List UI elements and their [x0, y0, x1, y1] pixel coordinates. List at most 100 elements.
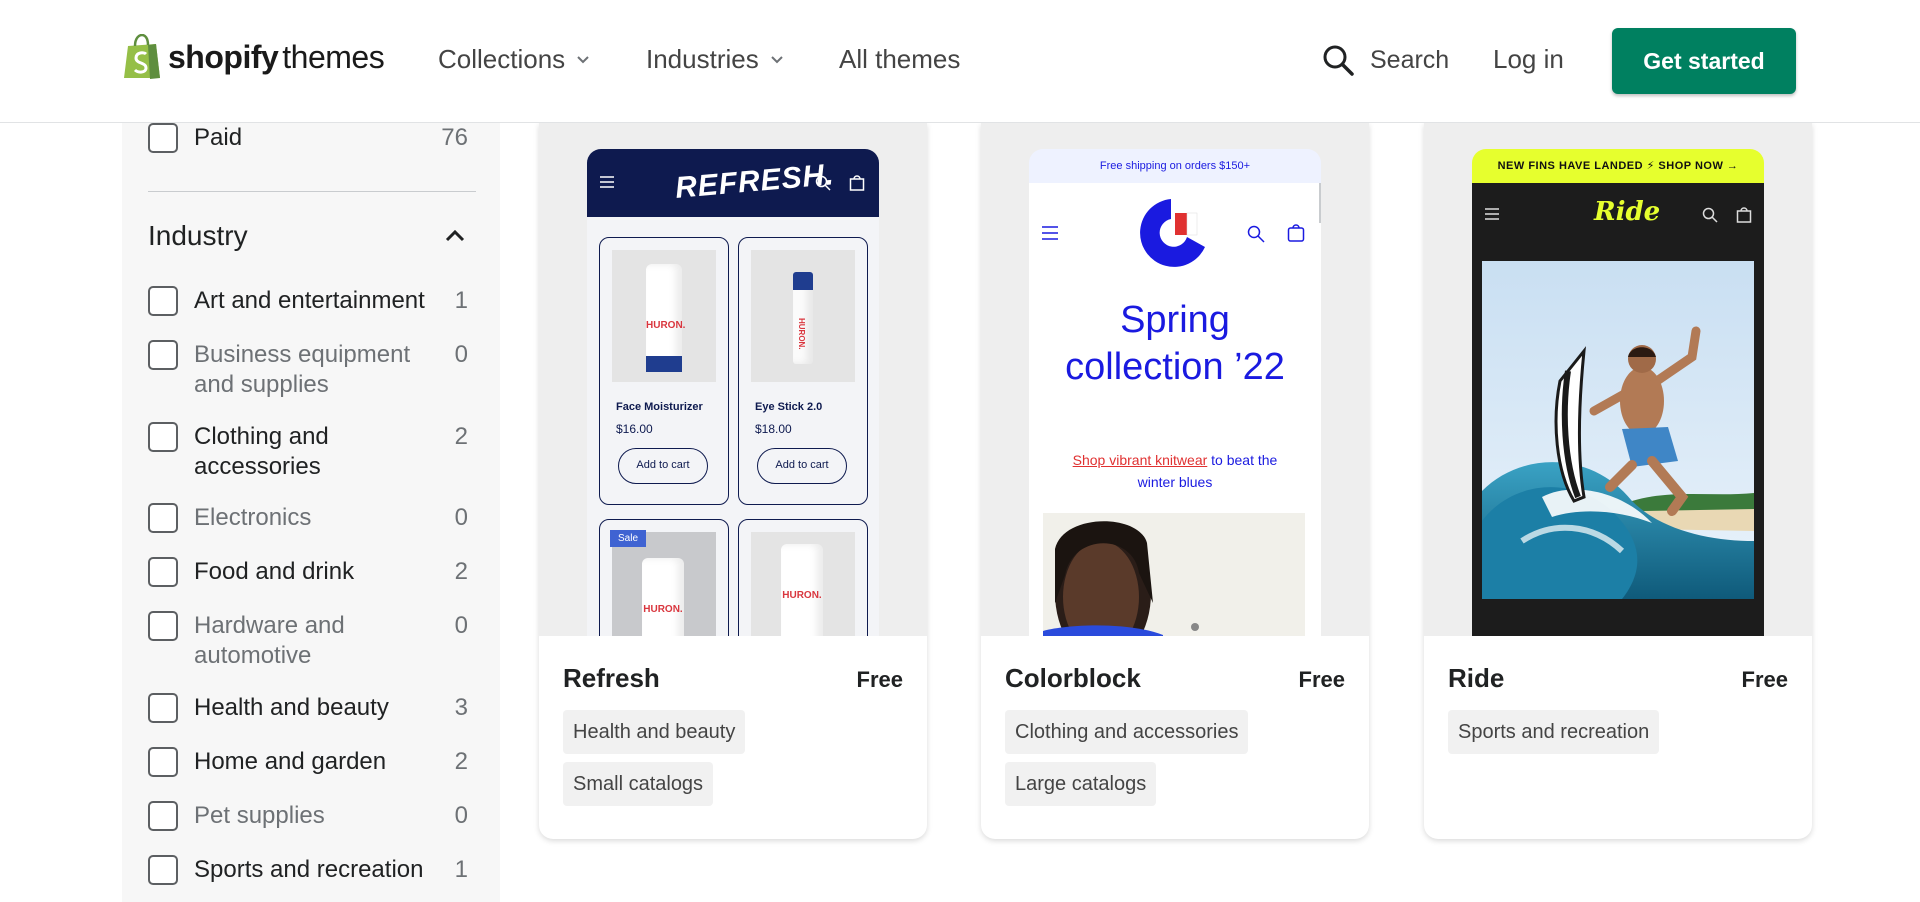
divider — [148, 191, 476, 192]
filter-count: 2 — [454, 748, 468, 775]
checkbox[interactable] — [148, 422, 178, 452]
filter-industry-business[interactable]: Business equipment and supplies 0 — [148, 340, 468, 400]
checkbox[interactable] — [148, 747, 178, 777]
announcement-bar: Free shipping on orders $150+ — [1029, 149, 1321, 183]
filter-industry-electronics[interactable]: Electronics 0 — [148, 503, 468, 533]
refresh-logo: REFRESH. — [673, 158, 836, 205]
checkbox[interactable] — [148, 503, 178, 533]
phone-mockup: REFRESH. HURON. Face Moisturizer $16.00 … — [587, 149, 879, 636]
theme-tag[interactable]: Small catalogs — [563, 762, 714, 806]
industry-heading[interactable]: Industry — [148, 220, 476, 252]
nav-collections[interactable]: Collections — [438, 44, 591, 75]
filter-paid[interactable]: Paid 76 — [148, 123, 468, 153]
menu-icon — [1042, 226, 1058, 240]
surfer-photo — [1482, 261, 1754, 599]
filter-label: Health and beauty — [194, 694, 389, 721]
checkbox[interactable] — [148, 611, 178, 641]
filter-count: 2 — [454, 423, 468, 450]
filter-count: 0 — [454, 802, 468, 829]
get-started-button[interactable]: Get started — [1612, 28, 1796, 94]
filter-count: 1 — [454, 287, 468, 314]
cart-icon — [1287, 224, 1305, 242]
login-link[interactable]: Log in — [1493, 44, 1564, 75]
product-card: HURON. Eye Stick 2.0 $18.00 Add to cart — [738, 237, 868, 505]
filter-industry-sports[interactable]: Sports and recreation 1 — [148, 855, 468, 885]
checkbox[interactable] — [148, 855, 178, 885]
filter-label: Sports and recreation — [194, 856, 424, 883]
theme-card-refresh[interactable]: REFRESH. HURON. Face Moisturizer $16.00 … — [539, 123, 927, 839]
theme-price: Free — [1298, 667, 1345, 692]
theme-name[interactable]: Ride — [1448, 663, 1504, 694]
filter-count: 3 — [454, 694, 468, 721]
product-name: Eye Stick 2.0 — [755, 401, 823, 413]
nav-collections-label: Collections — [438, 44, 566, 74]
nav-industries[interactable]: Industries — [646, 44, 785, 75]
product-image: HURON. — [751, 250, 855, 382]
theme-tag[interactable]: Clothing and accessories — [1005, 710, 1249, 754]
theme-tag[interactable]: Health and beauty — [563, 710, 746, 754]
theme-card-colorblock[interactable]: Free shipping on orders $150+ Spring col… — [981, 123, 1369, 839]
filter-count: 0 — [454, 341, 468, 368]
hero-subtext: Shop vibrant knitwear to beat the winter… — [1072, 452, 1278, 490]
theme-name[interactable]: Refresh — [563, 663, 660, 694]
product-image: HURON. — [751, 532, 855, 636]
filter-label: Food and drink — [194, 558, 355, 585]
filter-industry-art[interactable]: Art and entertainment 1 — [148, 286, 468, 316]
add-to-cart-button: Add to cart — [618, 448, 708, 484]
refresh-product-grid: HURON. Face Moisturizer $16.00 Add to ca… — [587, 217, 879, 636]
filter-industry-clothing[interactable]: Clothing and accessories 2 — [148, 422, 468, 482]
nav-all-themes[interactable]: All themes — [839, 44, 960, 75]
cart-icon — [1736, 207, 1752, 223]
site-header: shopify themes Collections Industries All… — [0, 0, 1920, 123]
nav-industries-label: Industries — [646, 44, 759, 74]
theme-preview[interactable]: NEW FINS HAVE LANDED ⚡ SHOP NOW → Ride — [1424, 123, 1812, 636]
colorblock-store-body: Spring collection ’22 Shop vibrant knitw… — [1029, 183, 1321, 636]
chevron-down-icon — [771, 55, 783, 63]
product-card: HURON. Face Moisturizer $16.00 Add to ca… — [599, 237, 729, 505]
scrollbar — [1319, 183, 1321, 223]
checkbox[interactable] — [148, 286, 178, 316]
menu-icon — [1485, 208, 1499, 220]
shopify-bag-icon — [122, 33, 162, 80]
filter-label: Pet supplies — [194, 802, 325, 829]
theme-tag[interactable]: Large catalogs — [1005, 762, 1157, 806]
filter-industry-hardware[interactable]: Hardware and automotive 0 — [148, 611, 468, 671]
filter-industry-health[interactable]: Health and beauty 3 — [148, 693, 468, 723]
filter-industry-pet[interactable]: Pet supplies 0 — [148, 801, 468, 831]
ride-logo: Ride — [1594, 197, 1661, 227]
search-label: Search — [1370, 45, 1450, 74]
phone-mockup: NEW FINS HAVE LANDED ⚡ SHOP NOW → Ride — [1472, 149, 1764, 636]
search-button[interactable]: Search — [1322, 44, 1449, 76]
checkbox[interactable] — [148, 123, 178, 153]
theme-preview[interactable]: Free shipping on orders $150+ Spring col… — [981, 123, 1369, 636]
filter-count: 1 — [454, 856, 468, 883]
theme-name[interactable]: Colorblock — [1005, 663, 1141, 694]
filter-industry-home[interactable]: Home and garden 2 — [148, 747, 468, 777]
search-icon — [1323, 45, 1354, 76]
theme-preview[interactable]: REFRESH. HURON. Face Moisturizer $16.00 … — [539, 123, 927, 636]
theme-price: Free — [856, 667, 903, 692]
chevron-down-icon — [577, 55, 589, 63]
checkbox[interactable] — [148, 801, 178, 831]
model-photo — [1043, 513, 1305, 636]
product-name: Face Moisturizer — [616, 401, 703, 413]
hero-headline: Spring — [1120, 299, 1230, 341]
add-to-cart-button: Add to cart — [757, 448, 847, 484]
checkbox[interactable] — [148, 557, 178, 587]
colorblock-logo-icon — [1140, 199, 1205, 267]
theme-tag[interactable]: Sports and recreation — [1448, 710, 1660, 754]
product-price: $18.00 — [755, 422, 792, 436]
filter-label: Hardware and automotive — [194, 612, 345, 669]
chevron-up-icon[interactable] — [444, 227, 466, 243]
filter-industry-food[interactable]: Food and drink 2 — [148, 557, 468, 587]
checkbox[interactable] — [148, 340, 178, 370]
filter-label: Electronics — [194, 504, 312, 531]
hero-headline: collection ’22 — [1065, 346, 1285, 388]
filter-label: Business equipment and supplies — [194, 341, 411, 398]
product-image: HURON. — [612, 532, 716, 636]
shopify-themes-logo[interactable]: shopify themes — [122, 33, 385, 80]
checkbox[interactable] — [148, 693, 178, 723]
theme-card-ride[interactable]: NEW FINS HAVE LANDED ⚡ SHOP NOW → Ride R… — [1424, 123, 1812, 839]
search-icon — [1702, 207, 1718, 223]
refresh-store-header: REFRESH. — [587, 149, 879, 217]
